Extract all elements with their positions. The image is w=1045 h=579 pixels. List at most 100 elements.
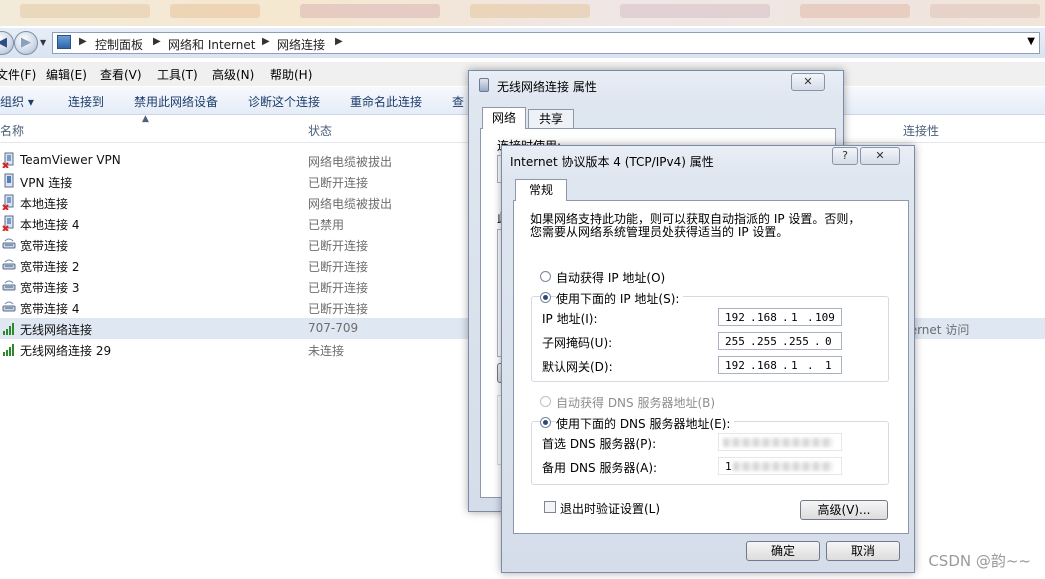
disable-device-button[interactable]: 禁用此网络设备 <box>134 93 218 110</box>
network-adapter-unplugged-icon <box>2 215 16 232</box>
connection-status: 已断开连接 <box>308 302 369 316</box>
view-status-button[interactable]: 查 <box>452 93 464 110</box>
ip-address-label: IP 地址(I): <box>542 312 598 326</box>
connection-name: TeamViewer VPN <box>20 153 121 167</box>
redacted-dns <box>723 438 833 447</box>
auto-dns-label[interactable]: 自动获得 DNS 服务器地址(B) <box>556 394 715 411</box>
default-gateway-label: 默认网关(D): <box>542 360 613 374</box>
breadcrumb-arrow-icon[interactable]: ▶ <box>153 36 161 47</box>
breadcrumb-arrow-icon[interactable]: ▶ <box>335 36 343 47</box>
connection-status: 网络电缆被拔出 <box>308 197 393 211</box>
preferred-dns-input[interactable] <box>718 433 842 451</box>
wifi-signal-icon <box>2 320 16 336</box>
connection-status: 707-709 <box>308 321 359 335</box>
connection-status: 已断开连接 <box>308 239 369 253</box>
auto-dns-radio[interactable] <box>540 396 551 407</box>
tab-general[interactable]: 常规 <box>515 179 567 201</box>
menu-edit[interactable]: 编辑(E) <box>46 66 87 83</box>
manual-ip-label[interactable]: 使用下面的 IP 地址(S): <box>556 290 684 307</box>
connection-name: 宽带连接 3 <box>20 281 80 295</box>
breadcrumb-control-panel[interactable]: 控制面板 <box>95 36 143 53</box>
address-row: ◀ ▶ ▼ ▶ 控制面板 ▶ 网络和 Internet ▶ 网络连接 ▶ ▼ <box>0 28 1045 58</box>
column-name[interactable]: 名称 <box>0 122 24 139</box>
connection-name: 本地连接 <box>20 197 69 211</box>
connection-status: 已断开连接 <box>308 176 369 190</box>
menu-tools[interactable]: 工具(T) <box>157 66 198 83</box>
connect-to-button[interactable]: 连接到 <box>68 93 104 110</box>
ip-address-input[interactable]: 192. 168. 1. 109 <box>718 308 842 326</box>
connection-status: 已断开连接 <box>308 281 369 295</box>
back-button[interactable]: ◀ <box>0 31 14 55</box>
blurred-tab-strip <box>0 0 1045 26</box>
preferred-dns-label: 首选 DNS 服务器(P): <box>542 437 657 451</box>
alternate-dns-label: 备用 DNS 服务器(A): <box>542 461 658 475</box>
help-button[interactable]: ? <box>832 147 858 165</box>
address-dropdown-icon[interactable]: ▼ <box>1027 36 1035 47</box>
connection-name: 无线网络连接 29 <box>20 344 112 358</box>
column-status[interactable]: 状态 <box>308 122 332 139</box>
watermark: CSDN @韵~~ <box>928 552 1031 570</box>
ok-button[interactable]: 确定 <box>746 541 820 561</box>
menu-file[interactable]: 文件(F) <box>0 66 36 83</box>
address-bar[interactable]: ▶ 控制面板 ▶ 网络和 Internet ▶ 网络连接 ▶ ▼ <box>52 32 1040 54</box>
connection-status: 已禁用 <box>308 218 345 232</box>
auto-ip-label[interactable]: 自动获得 IP 地址(O) <box>556 269 665 286</box>
network-adapter-icon <box>479 78 489 92</box>
sort-ascending-icon: ▲ <box>142 114 149 124</box>
broadband-icon <box>2 278 16 294</box>
network-adapter-unplugged-icon <box>2 152 16 169</box>
breadcrumb-arrow-icon[interactable]: ▶ <box>79 36 87 47</box>
wifi-signal-icon <box>2 341 16 357</box>
close-button[interactable]: ✕ <box>860 147 900 165</box>
broadband-icon <box>2 236 16 252</box>
subnet-mask-input[interactable]: 255. 255. 255. 0 <box>718 332 842 350</box>
connection-name: 宽带连接 4 <box>20 302 80 316</box>
dialog-title: Internet 协议版本 4 (TCP/IPv4) 属性 <box>510 155 714 169</box>
close-button[interactable]: ✕ <box>791 73 825 91</box>
organize-button[interactable]: 组织 ▾ <box>0 93 34 110</box>
connection-status: 未连接 <box>308 344 345 358</box>
connection-name: 宽带连接 <box>20 239 69 253</box>
connection-name: VPN 连接 <box>20 176 73 190</box>
diagnose-button[interactable]: 诊断这个连接 <box>248 93 320 110</box>
connection-name: 宽带连接 2 <box>20 260 80 274</box>
connection-name: 本地连接 4 <box>20 218 80 232</box>
manual-dns-label[interactable]: 使用下面的 DNS 服务器地址(E): <box>556 415 735 432</box>
description-text: 如果网络支持此功能，则可以获取自动指派的 IP 设置。否则， 您需要从网络系统管… <box>530 213 860 239</box>
default-gateway-input[interactable]: 192. 168. 1. 1 <box>718 356 842 374</box>
connection-status: 已断开连接 <box>308 260 369 274</box>
breadcrumb-network-internet[interactable]: 网络和 Internet <box>168 36 255 53</box>
description-line-2: 您需要从网络系统管理员处获得适当的 IP 设置。 <box>530 225 789 239</box>
breadcrumb-arrow-icon[interactable]: ▶ <box>262 36 270 47</box>
history-dropdown-icon[interactable]: ▼ <box>40 38 46 47</box>
tab-sharing[interactable]: 共享 <box>528 109 574 129</box>
subnet-mask-label: 子网掩码(U): <box>542 336 613 350</box>
ipv4-properties-dialog: Internet 协议版本 4 (TCP/IPv4) 属性 ? ✕ 常规 如果网… <box>501 145 915 573</box>
menu-help[interactable]: 帮助(H) <box>270 66 312 83</box>
tab-network[interactable]: 网络 <box>482 107 526 129</box>
manual-dns-radio[interactable] <box>540 417 551 428</box>
auto-ip-radio[interactable] <box>540 271 551 282</box>
dialog-title: 无线网络连接 属性 <box>497 80 597 94</box>
rename-button[interactable]: 重命名此连接 <box>350 93 422 110</box>
broadband-icon <box>2 299 16 315</box>
vpn-icon <box>2 173 16 189</box>
connection-status: 网络电缆被拔出 <box>308 155 393 169</box>
network-adapter-unplugged-icon <box>2 194 16 211</box>
cancel-button[interactable]: 取消 <box>826 541 900 561</box>
menu-advanced[interactable]: 高级(N) <box>212 66 254 83</box>
validate-checkbox[interactable] <box>544 501 556 513</box>
connection-name: 无线网络连接 <box>20 323 93 337</box>
forward-button[interactable]: ▶ <box>14 31 38 55</box>
control-panel-icon <box>57 35 71 49</box>
validate-label[interactable]: 退出时验证设置(L) <box>560 500 660 517</box>
broadband-icon <box>2 257 16 273</box>
redacted-dns <box>733 462 833 471</box>
alternate-dns-input[interactable]: 1 <box>718 457 842 475</box>
advanced-button[interactable]: 高级(V)... <box>800 500 888 520</box>
general-tab-panel: 如果网络支持此功能，则可以获取自动指派的 IP 设置。否则， 您需要从网络系统管… <box>513 200 909 534</box>
menu-view[interactable]: 查看(V) <box>100 66 142 83</box>
column-connectivity[interactable]: 连接性 <box>903 122 939 139</box>
manual-ip-radio[interactable] <box>540 292 551 303</box>
breadcrumb-network-connections[interactable]: 网络连接 <box>277 36 325 53</box>
